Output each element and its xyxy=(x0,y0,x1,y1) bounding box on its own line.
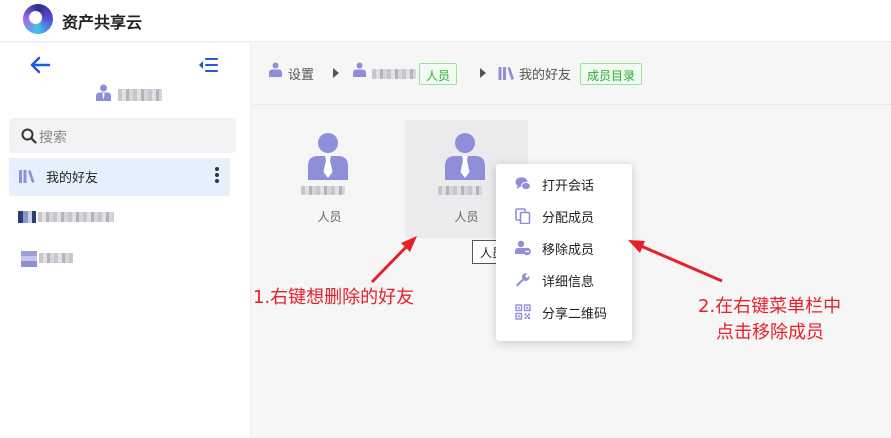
annotation-step1: 1.右键想删除的好友 xyxy=(253,287,415,308)
top-bar: 资产共享云 xyxy=(0,0,891,42)
app-title: 资产共享云 xyxy=(62,13,143,32)
back-arrow-icon[interactable] xyxy=(29,55,51,75)
menu-label: 打开会话 xyxy=(542,179,595,194)
sidebar-item-redacted[interactable] xyxy=(38,212,114,222)
user-name-redacted xyxy=(118,89,162,101)
menu-item-share-qr[interactable]: 分享二维码 xyxy=(496,297,632,329)
member-tag: 人员 xyxy=(419,63,458,85)
member-role: 人员 xyxy=(317,210,342,224)
breadcrumb-separator-icon xyxy=(333,68,339,78)
member-name-redacted xyxy=(301,186,345,195)
catalog-tag: 成员目录 xyxy=(580,63,643,85)
search-icon xyxy=(21,128,37,144)
menu-label: 分配成员 xyxy=(542,211,595,226)
search-placeholder: 搜索 xyxy=(39,130,67,146)
member-name-redacted xyxy=(438,186,482,195)
person-icon xyxy=(445,133,485,180)
menu-item-assign-member[interactable]: 分配成员 xyxy=(496,201,632,233)
books-icon xyxy=(19,170,35,183)
breadcrumb-separator-icon xyxy=(480,68,486,78)
sidebar-item-redacted[interactable] xyxy=(39,253,73,263)
wrench-icon xyxy=(516,273,530,287)
remove-user-icon xyxy=(515,240,531,256)
member-tile[interactable]: 人员 xyxy=(268,120,391,238)
user-icon xyxy=(353,62,366,77)
annotation-step2-line2: 点击移除成员 xyxy=(716,322,824,343)
context-menu: 打开会话 分配成员 移除成员 详细信息 分享二维码 xyxy=(496,164,632,341)
breadcrumb-settings[interactable]: 设置 xyxy=(288,64,314,83)
breadcrumb: 设置 人员 我的好友 成员目录 xyxy=(252,43,891,105)
search-input[interactable]: 搜索 xyxy=(9,118,236,153)
more-options-icon[interactable] xyxy=(214,166,220,186)
sidebar-item-my-friends[interactable]: 我的好友 xyxy=(9,158,230,196)
sidebar-item-label: 我的好友 xyxy=(46,171,99,186)
qr-code-icon xyxy=(515,304,531,320)
chat-icon xyxy=(515,177,531,191)
copy-icon xyxy=(515,208,531,224)
sidebar-item-icon-redacted xyxy=(21,251,37,267)
user-settings-icon xyxy=(269,62,282,77)
app-logo xyxy=(23,4,53,34)
menu-item-details[interactable]: 详细信息 xyxy=(496,265,632,297)
books-icon xyxy=(498,67,514,80)
person-icon xyxy=(308,133,348,180)
menu-item-open-chat[interactable]: 打开会话 xyxy=(496,169,632,201)
menu-item-remove-member[interactable]: 移除成员 xyxy=(496,233,632,265)
sidebar-item-icon-redacted xyxy=(18,211,36,223)
collapse-sidebar-icon[interactable] xyxy=(198,56,218,74)
menu-label: 分享二维码 xyxy=(542,307,608,322)
breadcrumb-user-redacted[interactable] xyxy=(372,69,416,79)
breadcrumb-my-friends[interactable]: 我的好友 xyxy=(519,64,571,83)
user-avatar-icon xyxy=(96,84,111,101)
menu-label: 详细信息 xyxy=(542,275,595,290)
annotation-step2-line1: 2.在右键菜单栏中 xyxy=(698,296,842,317)
sidebar: 搜索 我的好友 xyxy=(0,43,251,438)
menu-label: 移除成员 xyxy=(542,243,595,258)
